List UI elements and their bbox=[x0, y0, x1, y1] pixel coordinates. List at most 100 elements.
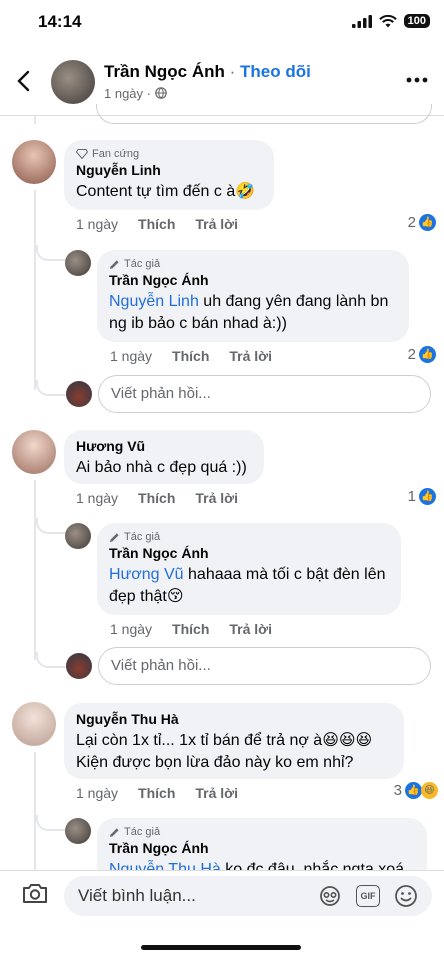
author-avatar-small[interactable] bbox=[65, 818, 91, 844]
reaction-count[interactable]: 3 👍 😆 bbox=[394, 782, 438, 799]
reply-time: 1 ngày bbox=[110, 348, 153, 364]
author-badge: Tác giả bbox=[109, 826, 415, 838]
reply-author-name[interactable]: Trần Ngọc Ánh bbox=[109, 545, 389, 561]
haha-icon: 😆 bbox=[421, 782, 438, 799]
chevron-left-icon bbox=[17, 70, 30, 92]
wifi-icon bbox=[378, 14, 397, 27]
author-avatar[interactable] bbox=[51, 60, 95, 104]
reply-bubble: Tác giả Trần Ngọc Ánh Nguyễn Linh uh đan… bbox=[97, 250, 409, 342]
reply-connector bbox=[36, 380, 66, 396]
reaction-count-value: 2 bbox=[407, 214, 416, 231]
like-button[interactable]: Thích bbox=[138, 785, 175, 801]
gif-button[interactable]: GIF bbox=[356, 885, 380, 907]
badge-label: Tác giả bbox=[124, 826, 161, 838]
back-button[interactable] bbox=[16, 70, 30, 97]
comment-actions: 1 ngày Thích Trả lời bbox=[76, 490, 238, 506]
post-meta: 1 ngày · bbox=[104, 86, 167, 101]
like-icon: 👍 bbox=[419, 214, 436, 231]
previous-reply-input[interactable] bbox=[96, 104, 432, 124]
status-time: 14:14 bbox=[38, 12, 82, 31]
thread-line bbox=[34, 752, 36, 872]
reply-connector bbox=[36, 245, 66, 261]
mention-link[interactable]: Hương Vũ bbox=[109, 566, 184, 583]
commenter-name[interactable]: Nguyễn Linh bbox=[76, 162, 262, 178]
signal-icon bbox=[351, 14, 372, 28]
comment-bubble: Hương Vũ Ai bảo nhà c đẹp quá :)) bbox=[64, 430, 264, 484]
like-button[interactable]: Thích bbox=[138, 490, 175, 506]
author-avatar-small[interactable] bbox=[65, 250, 91, 276]
camera-button[interactable] bbox=[22, 882, 48, 904]
comment-bubble: Fan cứng Nguyễn Linh Content tự tìm đến … bbox=[64, 140, 274, 210]
like-button[interactable]: Thích bbox=[172, 348, 209, 364]
reply-author-name[interactable]: Trần Ngọc Ánh bbox=[109, 840, 415, 856]
status-icons: 100 bbox=[351, 14, 430, 28]
current-user-avatar bbox=[66, 653, 92, 679]
reply-input[interactable]: Viết phản hồi... bbox=[98, 647, 431, 685]
commenter-name[interactable]: Hương Vũ bbox=[76, 438, 252, 454]
current-user-avatar bbox=[66, 381, 92, 407]
battery-icon: 100 bbox=[403, 14, 430, 28]
comment-actions: 1 ngày Thích Trả lời bbox=[76, 216, 238, 232]
reply-button[interactable]: Trả lời bbox=[229, 621, 272, 637]
reaction-count[interactable]: 2 👍 bbox=[408, 214, 436, 231]
reply-text: Nguyễn Linh uh đang yên đang lành bn ng … bbox=[109, 291, 397, 335]
thread-line bbox=[34, 480, 36, 660]
reaction-count-value: 3 bbox=[393, 782, 402, 799]
reaction-count-value: 1 bbox=[407, 488, 416, 505]
diamond-icon bbox=[76, 149, 88, 159]
home-indicator bbox=[141, 945, 301, 950]
pencil-icon bbox=[110, 532, 119, 542]
follow-button[interactable]: Theo dõi bbox=[240, 62, 311, 81]
commenter-avatar[interactable] bbox=[12, 140, 56, 184]
pencil-icon bbox=[110, 259, 119, 269]
thread-line bbox=[34, 116, 36, 124]
reply-actions: 1 ngày Thích Trả lời bbox=[110, 621, 272, 637]
badge-label: Fan cứng bbox=[92, 148, 140, 160]
like-button[interactable]: Thích bbox=[172, 621, 209, 637]
more-dots-icon bbox=[406, 77, 428, 83]
emoji-icon bbox=[395, 885, 417, 907]
header-title: Trần Ngọc Ánh · Theo dõi bbox=[104, 62, 311, 82]
reply-input[interactable]: Viết phản hồi... bbox=[98, 375, 431, 413]
comment-time: 1 ngày bbox=[76, 490, 119, 506]
reply-time: 1 ngày bbox=[110, 621, 153, 637]
author-badge: Tác giả bbox=[109, 258, 397, 270]
author-badge: Tác giả bbox=[109, 531, 389, 543]
camera-icon bbox=[23, 884, 47, 903]
avatar-sticker-icon bbox=[320, 886, 340, 906]
like-icon: 👍 bbox=[405, 782, 422, 799]
mention-link[interactable]: Nguyễn Linh bbox=[109, 293, 199, 310]
commenter-name[interactable]: Nguyễn Thu Hà bbox=[76, 711, 392, 727]
reaction-count[interactable]: 1 👍 bbox=[408, 488, 436, 505]
comment-text: Content tự tìm đến c à🤣 bbox=[76, 183, 256, 200]
reply-bubble: Tác giả Trần Ngọc Ánh Hương Vũ hahaaa mà… bbox=[97, 523, 401, 615]
badge-label: Tác giả bbox=[124, 531, 161, 543]
comment-time: 1 ngày bbox=[76, 216, 119, 232]
reply-button[interactable]: Trả lời bbox=[195, 216, 238, 232]
thread-line bbox=[34, 190, 36, 390]
reply-connector bbox=[36, 652, 66, 668]
comment-bubble: Nguyễn Thu Hà Lại còn 1x tỉ... 1x tỉ bán… bbox=[64, 703, 404, 779]
author-avatar-small[interactable] bbox=[65, 523, 91, 549]
badge-label: Tác giả bbox=[124, 258, 161, 270]
reply-button[interactable]: Trả lời bbox=[195, 785, 238, 801]
avatar-sticker-button[interactable] bbox=[318, 885, 342, 907]
comment-time: 1 ngày bbox=[76, 785, 119, 801]
commenter-avatar[interactable] bbox=[12, 702, 56, 746]
more-button[interactable] bbox=[406, 70, 428, 88]
meta-separator: · bbox=[143, 86, 155, 101]
reply-button[interactable]: Trả lời bbox=[195, 490, 238, 506]
emoji-button[interactable] bbox=[394, 884, 418, 908]
author-name[interactable]: Trần Ngọc Ánh bbox=[104, 62, 225, 81]
reply-connector bbox=[36, 815, 66, 831]
reaction-count[interactable]: 2 👍 bbox=[408, 346, 436, 363]
like-icon: 👍 bbox=[419, 488, 436, 505]
comment-text: Lại còn 1x tỉ... 1x tỉ bán để trả nợ à😆😆… bbox=[76, 732, 373, 771]
reply-author-name[interactable]: Trần Ngọc Ánh bbox=[109, 272, 397, 288]
pencil-icon bbox=[110, 827, 119, 837]
like-button[interactable]: Thích bbox=[138, 216, 175, 232]
title-separator: · bbox=[224, 62, 241, 81]
reply-text: Hương Vũ hahaaa mà tối c bật đèn lên đẹp… bbox=[109, 564, 389, 608]
commenter-avatar[interactable] bbox=[12, 430, 56, 474]
reply-button[interactable]: Trả lời bbox=[229, 348, 272, 364]
